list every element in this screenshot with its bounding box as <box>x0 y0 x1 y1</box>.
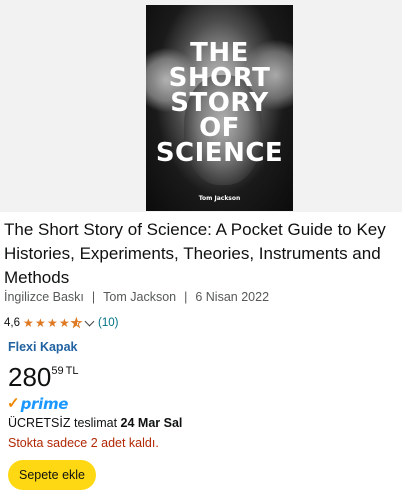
add-to-cart-button[interactable]: Sepete ekle <box>8 460 96 490</box>
star-full-icon: ★ <box>35 316 46 330</box>
delivery-date: 24 Mar Sal <box>120 416 183 430</box>
price-whole: 280 <box>8 362 52 392</box>
book-cover-image[interactable]: THE SHORT STORY OF SCIENCE Tom Jackson <box>146 5 293 211</box>
star-full-icon: ★ <box>59 316 70 330</box>
rating-count-link[interactable]: (10) <box>98 317 118 329</box>
price: 28059 TL <box>8 362 78 392</box>
product-image-area[interactable]: THE SHORT STORY OF SCIENCE Tom Jackson <box>0 0 402 212</box>
format-label[interactable]: Flexi Kapak <box>8 340 77 354</box>
prime-badge: ✓ prime <box>7 394 69 413</box>
edition-label: İngilizce Baskı <box>4 290 84 304</box>
price-fraction: 59 <box>51 365 64 377</box>
product-meta: İngilizce Baskı | Tom Jackson | 6 Nisan 2022 <box>4 290 269 304</box>
star-half-icon: ★ ★ <box>71 316 83 330</box>
stock-warning: Stokta sadece 2 adet kaldı. <box>8 436 159 450</box>
meta-separator: | <box>184 290 188 304</box>
author-label: Tom Jackson <box>103 290 177 304</box>
meta-separator: | <box>91 290 96 304</box>
rating-value: 4,6 <box>4 317 20 329</box>
prime-logo: prime <box>20 394 69 413</box>
cover-title-line: SCIENCE <box>155 138 284 168</box>
delivery-info: ÜCRETSİZ teslimat 24 Mar Sal <box>8 416 182 430</box>
star-full-icon: ★ <box>23 316 34 330</box>
cover-title: THE SHORT STORY OF SCIENCE <box>146 40 293 168</box>
prime-check-icon: ✓ <box>7 395 20 412</box>
delivery-prefix: ÜCRETSİZ teslimat <box>8 416 118 430</box>
publish-date: 6 Nisan 2022 <box>195 290 270 304</box>
rating-row[interactable]: 4,6 ★ ★ ★ ★ ★ ★ (10) <box>4 315 118 331</box>
product-title-link[interactable]: The Short Story of Science: A Pocket Gui… <box>4 218 400 290</box>
star-full-icon: ★ <box>47 316 58 330</box>
cover-author: Tom Jackson <box>198 195 241 202</box>
price-currency: TL <box>65 365 79 377</box>
chevron-down-icon[interactable] <box>84 316 95 326</box>
star-rating[interactable]: ★ ★ ★ ★ ★ ★ <box>23 316 83 330</box>
